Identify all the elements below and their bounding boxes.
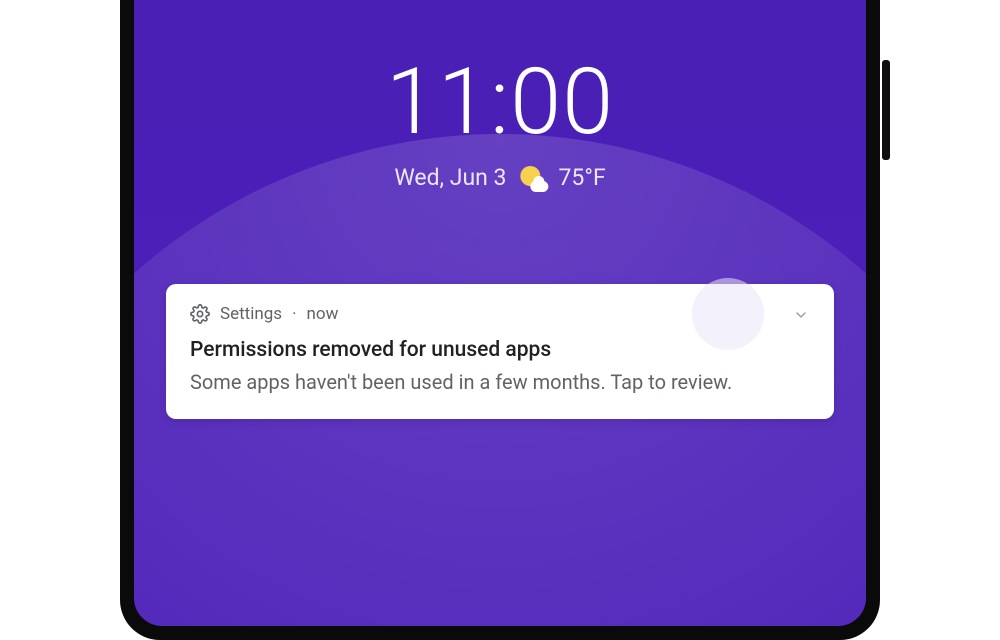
temperature-text: 75°F — [559, 164, 606, 191]
date-text: Wed, Jun 3 — [394, 164, 506, 191]
chevron-down-icon[interactable] — [792, 306, 810, 324]
notification-body: Some apps haven't been used in a few mon… — [190, 368, 810, 397]
clock-time: 11:00 — [386, 49, 614, 156]
phone-frame: 11:00 Wed, Jun 3 75°F Settings · no — [120, 0, 880, 640]
weather-icon — [521, 166, 545, 190]
notification-card[interactable]: Settings · now Permissions removed for u… — [166, 284, 834, 419]
notification-timestamp: now — [307, 304, 339, 324]
phone-side-button — [882, 60, 890, 160]
lockscreen: 11:00 Wed, Jun 3 75°F Settings · no — [134, 0, 866, 626]
notification-separator: · — [292, 304, 296, 324]
notification-app-name: Settings — [220, 304, 282, 324]
gear-icon — [190, 304, 210, 324]
date-weather-row: Wed, Jun 3 75°F — [394, 164, 605, 191]
notification-header: Settings · now — [190, 304, 810, 324]
